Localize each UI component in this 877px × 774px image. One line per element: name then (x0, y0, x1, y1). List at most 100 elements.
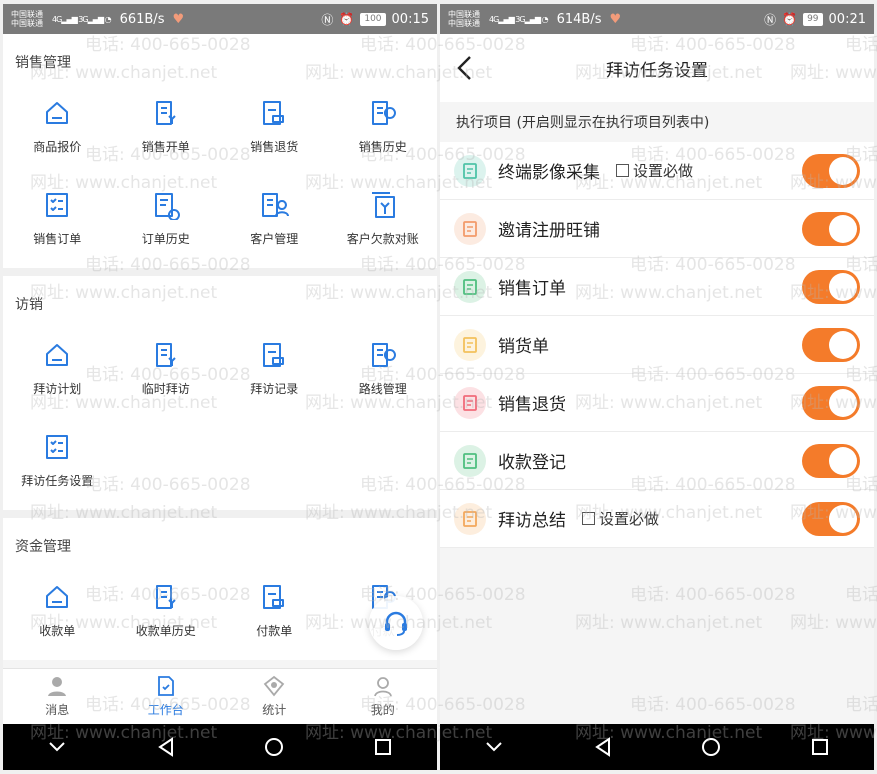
grid-item-label: 拜访计划 (33, 381, 82, 396)
grid-item[interactable]: 拜访计划 (3, 322, 112, 414)
checkbox-box[interactable] (582, 512, 595, 525)
grid-item-label: 路线管理 (358, 381, 407, 396)
net-speed: 661B/s (119, 11, 165, 27)
grid-item[interactable]: 销售退货 (220, 80, 329, 172)
tab-mine[interactable]: 我的 (329, 669, 438, 724)
grid-item[interactable]: 收款单 (3, 564, 112, 656)
clock: 00:21 (828, 11, 866, 27)
grid-item-label: 拜访记录 (250, 381, 299, 396)
tab-statistics[interactable]: 统计 (220, 669, 329, 724)
task-items-list: 终端影像采集 设置必做 邀请注册旺铺 销售订单 销货单 销售退货 收款登记 拜访总结 设置必做 (440, 142, 874, 548)
section-divider (3, 268, 437, 276)
bottom-tab-bar: 消息 工作台 统计 我的 (3, 668, 437, 724)
customer-service-button[interactable] (369, 596, 423, 650)
checkbox-box[interactable] (616, 164, 629, 177)
nav-back-button[interactable] (573, 724, 633, 770)
page-header: 拜访任务设置 (440, 34, 874, 102)
nav-recents-button[interactable] (790, 724, 850, 770)
person-icon (48, 677, 67, 696)
grid-item-label: 销售历史 (358, 139, 407, 154)
required-label: 设置必做 (633, 162, 694, 180)
heart-icon: ♥ (609, 11, 622, 27)
task-toggle[interactable] (802, 385, 860, 420)
module-icon (155, 584, 176, 609)
grid-item[interactable]: 订单历史 (112, 172, 221, 264)
task-item: 邀请注册旺铺 (440, 200, 874, 258)
nav-recents-button[interactable] (353, 724, 413, 770)
section-divider (3, 510, 437, 518)
module-icon (46, 434, 69, 459)
square-recents-icon (374, 739, 391, 755)
grid-item-label: 客户欠款对账 (346, 231, 419, 246)
heart-icon: ♥ (172, 11, 185, 27)
grid-item[interactable]: 路线管理 (329, 322, 438, 414)
grid-item[interactable]: 客户管理 (220, 172, 329, 264)
circle-home-icon (265, 738, 284, 756)
module-icon (371, 100, 396, 125)
grid-item[interactable]: 商品报价 (3, 80, 112, 172)
task-item: 拜访总结 设置必做 (440, 490, 874, 548)
task-item: 终端影像采集 设置必做 (440, 142, 874, 200)
system-nav-bar (3, 724, 437, 770)
task-toggle[interactable] (802, 501, 860, 536)
task-label: 拜访总结 (498, 511, 566, 531)
task-label: 销售退货 (498, 395, 566, 415)
task-toggle[interactable] (802, 153, 860, 188)
back-arrow-icon[interactable] (454, 54, 478, 82)
task-toggle[interactable] (802, 327, 860, 362)
battery-icon: 100 (360, 12, 386, 26)
module-icon (371, 191, 395, 218)
grid-item[interactable]: 拜访记录 (220, 322, 329, 414)
grid-item-label: 销售订单 (33, 231, 82, 246)
grid-item[interactable]: 客户欠款对账 (329, 172, 438, 264)
section-title: 访销 (15, 297, 43, 313)
tab-messages[interactable]: 消息 (3, 669, 112, 724)
carrier-1: 中国联通 (448, 10, 480, 19)
circle-home-icon (702, 738, 721, 756)
alarm-icon: ⏰ (782, 12, 798, 26)
status-bar: 中国联通 中国联通 4G▂▄▆ 3G▂▄▆ ◔ 614B/s ♥ Ⓝ ⏰ 99 … (440, 4, 874, 34)
task-icon (454, 328, 486, 361)
carrier-1: 中国联通 (11, 10, 43, 19)
task-icon (454, 502, 486, 535)
nav-home-button[interactable] (681, 724, 741, 770)
profile-icon (373, 677, 392, 697)
task-toggle[interactable] (802, 211, 860, 246)
task-icon (454, 386, 486, 419)
required-checkbox[interactable]: 设置必做 (616, 160, 693, 181)
grid-item[interactable]: 临时拜访 (112, 322, 221, 414)
nav-collapse-button[interactable] (464, 724, 524, 770)
grid-item-label: 销售退货 (250, 139, 299, 154)
task-label: 邀请注册旺铺 (498, 221, 600, 241)
section-2: 资金管理收款单收款单历史付款单付款 (3, 518, 437, 660)
grid-item-label: 付款单 (256, 623, 293, 638)
workbench-screen: 中国联通 中国联通 4G▂▄▆ 3G▂▄▆ ◔ 661B/s ♥ Ⓝ ⏰ 100… (3, 4, 437, 770)
battery-icon: 99 (803, 12, 823, 26)
signal-icon: 4G▂▄▆ 3G▂▄▆ ◔ (52, 14, 112, 24)
grid-item[interactable]: 付款单 (220, 564, 329, 656)
required-label: 设置必做 (599, 510, 660, 528)
grid-item[interactable]: 销售开单 (112, 80, 221, 172)
grid-item[interactable]: 销售订单 (3, 172, 112, 264)
section-0: 销售管理 商品报价 销售开单 销售退货 销售历史 销售订单 订单历史 客户管理 客户欠款对账 (3, 34, 437, 268)
nav-collapse-button[interactable] (27, 724, 87, 770)
grid-item[interactable]: 收款单历史 (112, 564, 221, 656)
required-checkbox[interactable]: 设置必做 (582, 508, 659, 529)
grid-item[interactable]: 销售历史 (329, 80, 438, 172)
nav-home-button[interactable] (244, 724, 304, 770)
section-subtitle: 执行项目 (开启则显示在执行项目列表中) (456, 115, 710, 131)
task-icon (454, 212, 486, 245)
module-icon (46, 101, 69, 124)
chevron-down-icon (486, 742, 502, 752)
tab-workbench[interactable]: 工作台 (112, 669, 221, 724)
status-bar: 中国联通 中国联通 4G▂▄▆ 3G▂▄▆ ◔ 661B/s ♥ Ⓝ ⏰ 100… (3, 4, 437, 34)
task-item: 销售订单 (440, 258, 874, 316)
module-icon (46, 585, 69, 608)
module-icon (263, 342, 285, 367)
task-toggle[interactable] (802, 269, 860, 304)
nav-back-button[interactable] (136, 724, 196, 770)
headset-icon (385, 611, 407, 636)
triangle-back-icon (157, 737, 173, 757)
task-toggle[interactable] (802, 443, 860, 478)
grid-item[interactable]: 拜访任务设置 (3, 414, 112, 506)
